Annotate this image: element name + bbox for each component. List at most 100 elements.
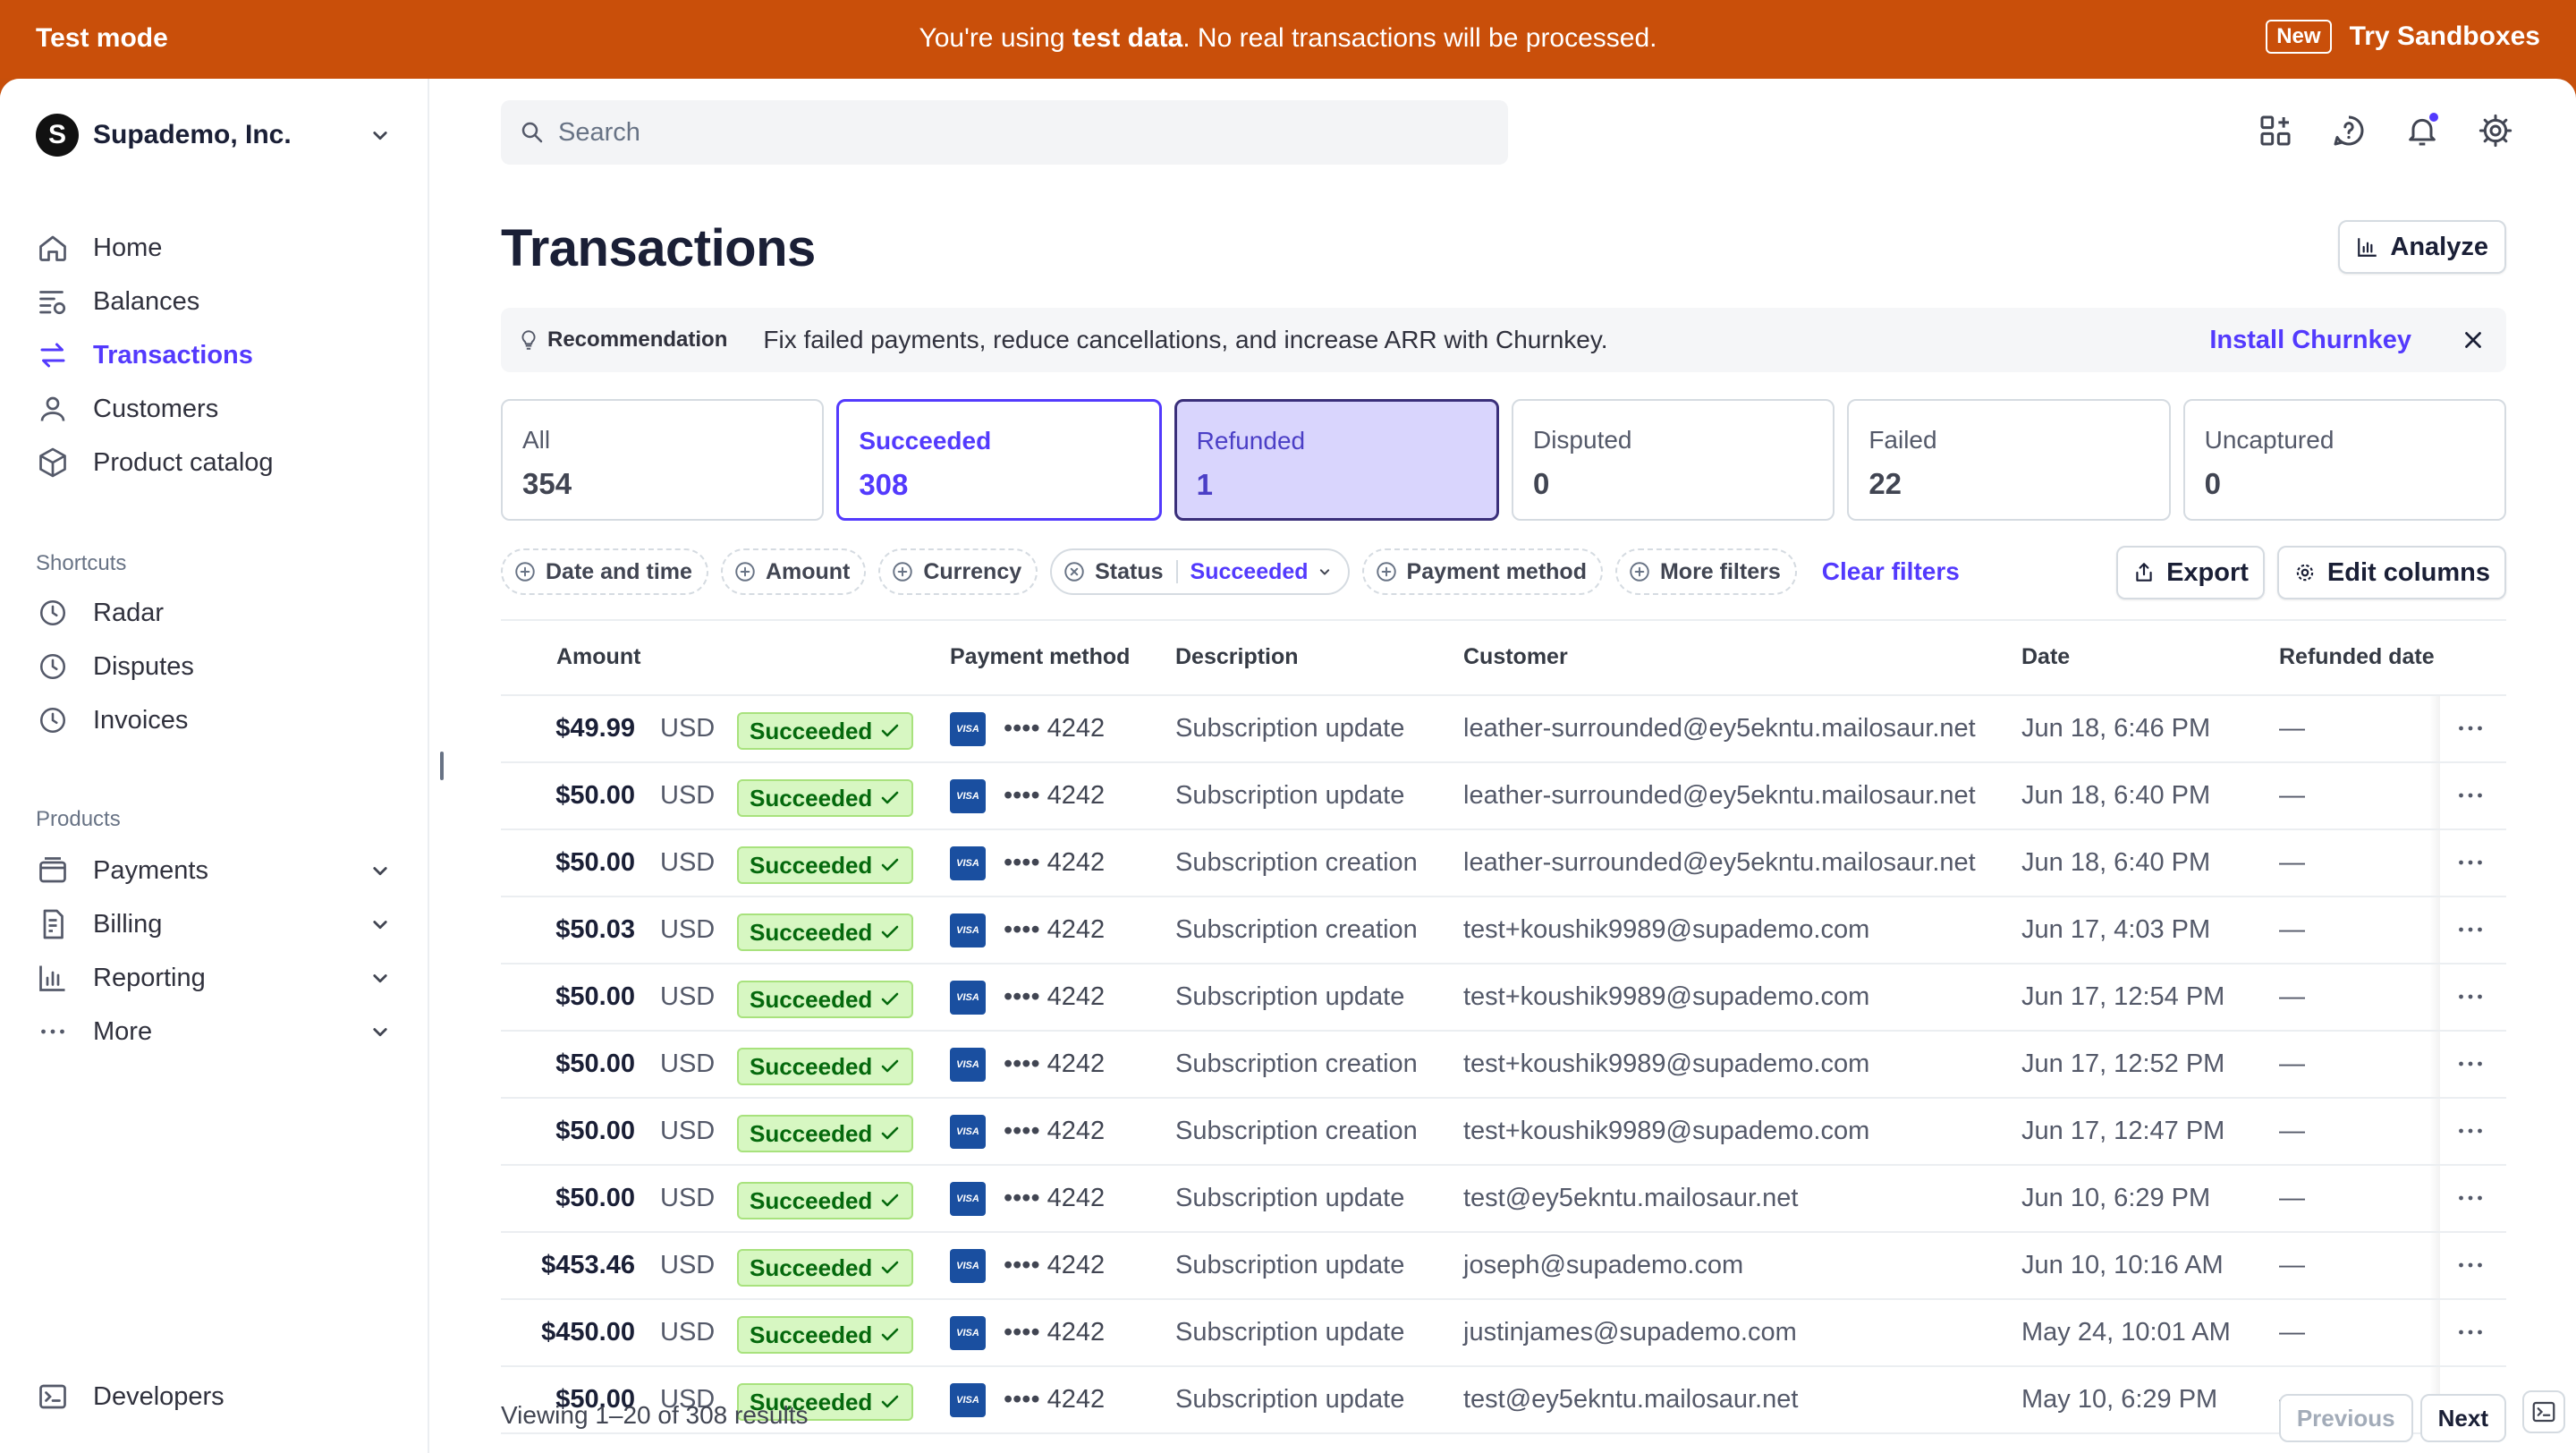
sidebar-item-customers[interactable]: Customers — [36, 387, 394, 431]
developer-shell-button[interactable] — [2522, 1390, 2565, 1433]
gear-icon[interactable] — [2478, 113, 2513, 149]
account-switcher[interactable]: S Supademo, Inc. — [36, 113, 394, 157]
amount: $50.00 — [555, 781, 635, 810]
checkmark-icon — [881, 1261, 899, 1274]
tab-uncaptured[interactable]: Uncaptured 0 — [2182, 399, 2506, 521]
more-actions-icon[interactable] — [2454, 1048, 2487, 1080]
table-row[interactable]: $50.00 USD Succeeded VISA •••• 4242 Subscript… — [501, 1032, 2506, 1099]
description: Subscription creation — [1175, 915, 1418, 944]
sidebar-item-billing[interactable]: Billing — [36, 902, 394, 947]
tab-label: Refunded — [1196, 427, 1306, 455]
filter-date-and-time[interactable]: Date and time — [501, 548, 708, 595]
customer-email: leather-surrounded@ey5ekntu.mailosaur.ne… — [1463, 781, 1976, 810]
sidebar-item-disputes[interactable]: Disputes — [36, 644, 394, 689]
table-row[interactable]: $50.00 USD Succeeded VISA •••• 4242 Subscript… — [501, 763, 2506, 830]
more-actions-icon[interactable] — [2454, 779, 2487, 811]
tab-failed[interactable]: Failed 22 — [1847, 399, 2171, 521]
more-actions-icon[interactable] — [2454, 846, 2487, 879]
date: May 10, 6:29 PM — [2021, 1385, 2218, 1414]
tab-label: Uncaptured — [2204, 426, 2334, 454]
checkmark-icon — [881, 724, 899, 737]
checkmark-icon — [881, 1126, 899, 1140]
more-actions-icon[interactable] — [2454, 1115, 2487, 1147]
next-page-button[interactable]: Next — [2419, 1394, 2506, 1442]
help-icon[interactable] — [2331, 113, 2367, 149]
tab-all[interactable]: All 354 — [501, 399, 825, 521]
description: Subscription update — [1175, 1251, 1405, 1279]
more-actions-icon[interactable] — [2454, 712, 2487, 744]
card-last4: •••• 4242 — [1004, 1184, 1106, 1212]
balances-icon — [36, 285, 70, 319]
analyze-button[interactable]: Analyze — [2338, 220, 2506, 274]
tab-succeeded[interactable]: Succeeded 308 — [836, 399, 1162, 521]
try-sandboxes-link[interactable]: New Try Sandboxes — [2266, 20, 2540, 54]
tab-disputed[interactable]: Disputed 0 — [1511, 399, 1835, 521]
install-churnkey-link[interactable]: Install Churnkey — [2209, 326, 2411, 355]
status-label: Succeeded — [750, 1119, 873, 1147]
sidebar-item-radar[interactable]: Radar — [36, 591, 394, 635]
more-actions-icon[interactable] — [2454, 913, 2487, 946]
customer-email: test+koushik9989@supademo.com — [1463, 1117, 1870, 1145]
previous-page-button[interactable]: Previous — [2278, 1394, 2413, 1442]
table-row[interactable]: $50.00 USD Succeeded VISA •••• 4242 Subscript… — [501, 1099, 2506, 1166]
checkmark-icon — [881, 1328, 899, 1341]
description: Subscription update — [1175, 781, 1405, 810]
search-input[interactable] — [556, 116, 1454, 149]
notifications-button[interactable] — [2404, 113, 2440, 149]
search-bar[interactable] — [501, 100, 1508, 165]
sidebar-item-balances[interactable]: Balances — [36, 279, 394, 324]
column-header-payment-method[interactable]: Payment method — [950, 644, 1130, 670]
table-row[interactable]: $450.00 USD Succeeded VISA •••• 4242 Subscrip… — [501, 1300, 2506, 1367]
sidebar-item-more[interactable]: More — [36, 1009, 394, 1054]
filter-payment-method[interactable]: Payment method — [1361, 548, 1603, 595]
column-header-customer[interactable]: Customer — [1463, 644, 1568, 670]
more-actions-icon[interactable] — [2454, 981, 2487, 1013]
table-row[interactable]: $50.03 USD Succeeded VISA •••• 4242 Subscript… — [501, 897, 2506, 964]
status-label: Succeeded — [750, 918, 873, 946]
more-actions-icon[interactable] — [2454, 1316, 2487, 1348]
sidebar-item-product-catalog[interactable]: Product catalog — [36, 440, 394, 485]
sidebar-item-invoices[interactable]: Invoices — [36, 698, 394, 743]
terminal-icon — [2532, 1401, 2555, 1423]
dashboard-app: S Supademo, Inc. Home Balances Transacti… — [0, 79, 2576, 1453]
column-header-description[interactable]: Description — [1175, 644, 1299, 670]
clear-filters-link[interactable]: Clear filters — [1822, 557, 1960, 586]
card-last4: •••• 4242 — [1004, 781, 1106, 810]
column-header-date[interactable]: Date — [2021, 644, 2070, 670]
sidebar-item-payments[interactable]: Payments — [36, 848, 394, 893]
column-header-amount[interactable]: Amount — [556, 644, 640, 670]
sidebar-item-developers[interactable]: Developers — [36, 1374, 394, 1419]
table-row[interactable]: $453.46 USD Succeeded VISA •••• 4242 Subscrip… — [501, 1233, 2506, 1300]
visa-card-icon: VISA — [950, 712, 986, 746]
table-row[interactable]: $50.00 USD Succeeded VISA •••• 4242 Subscript… — [501, 1166, 2506, 1233]
close-icon[interactable] — [2460, 327, 2487, 353]
sidebar-item-home[interactable]: Home — [36, 225, 394, 270]
table-row[interactable]: $50.00 USD Succeeded VISA •••• 4242 Subscript… — [501, 964, 2506, 1032]
sidebar: S Supademo, Inc. Home Balances Transacti… — [0, 79, 429, 1453]
export-button[interactable]: Export — [2116, 546, 2265, 599]
column-header-refunded-date[interactable]: Refunded date — [2279, 644, 2435, 670]
sidebar-item-transactions[interactable]: Transactions — [36, 333, 394, 378]
sidebar-item-reporting[interactable]: Reporting — [36, 956, 394, 1000]
tab-refunded[interactable]: Refunded 1 — [1174, 399, 1499, 521]
chevron-down-icon — [373, 1028, 387, 1037]
description: Subscription update — [1175, 714, 1405, 743]
filter-more[interactable]: More filters — [1614, 548, 1797, 595]
table-row[interactable]: $50.00 USD Succeeded VISA •••• 4242 Subscript… — [501, 830, 2506, 897]
filter-status[interactable]: Status Succeeded — [1050, 548, 1350, 595]
account-logo: S — [36, 114, 79, 157]
remove-circle-icon[interactable] — [1063, 560, 1086, 583]
filter-amount[interactable]: Amount — [720, 548, 867, 595]
apps-icon[interactable] — [2258, 113, 2293, 149]
status-label: Succeeded — [750, 784, 873, 811]
lightbulb-icon — [521, 330, 536, 350]
currency: USD — [660, 781, 716, 810]
filter-currency[interactable]: Currency — [878, 548, 1038, 595]
visa-card-icon: VISA — [950, 846, 986, 880]
recommendation-message: Fix failed payments, reduce cancellation… — [763, 326, 1608, 353]
more-actions-icon[interactable] — [2454, 1182, 2487, 1214]
edit-columns-button[interactable]: Edit columns — [2276, 546, 2506, 599]
status-badge: Succeeded — [737, 1182, 914, 1219]
more-actions-icon[interactable] — [2454, 1249, 2487, 1281]
table-row[interactable]: $49.99 USD Succeeded VISA •••• 4242 Subscript… — [501, 696, 2506, 763]
